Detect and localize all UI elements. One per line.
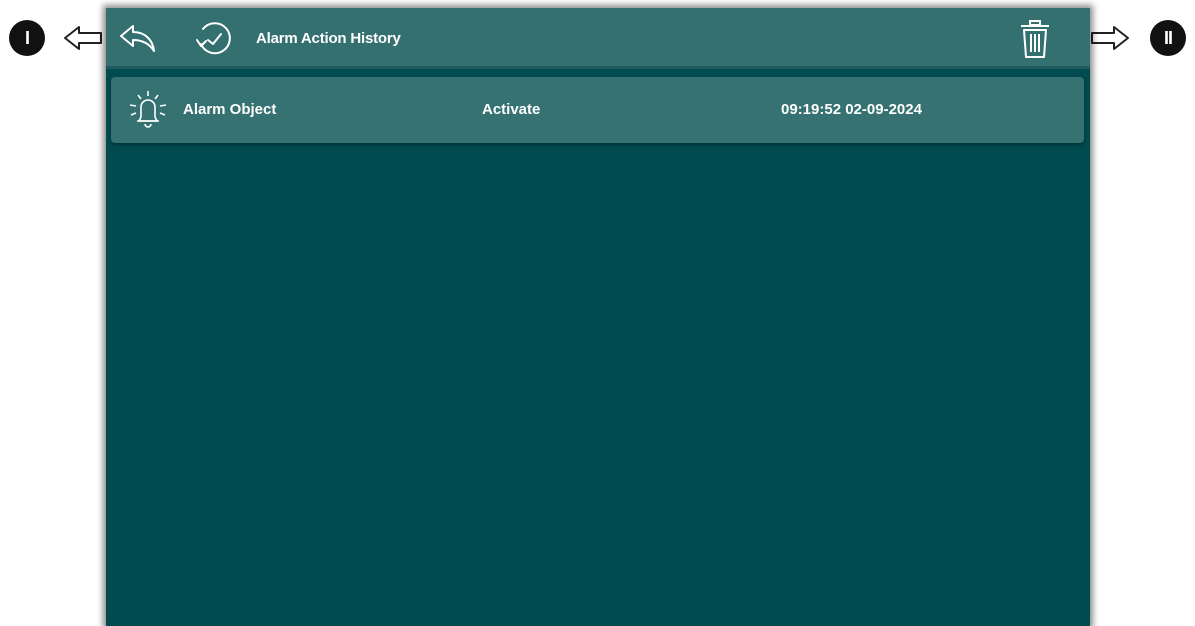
history-button[interactable]: [192, 19, 236, 59]
back-button[interactable]: [118, 20, 158, 56]
device-screen: Alarm Action History Alarm Object Activa…: [106, 8, 1090, 626]
callout-marker-one: I: [9, 20, 45, 56]
alarm-timestamp: 09:19:52 02-09-2024: [781, 101, 922, 118]
header-bar: Alarm Action History: [106, 8, 1090, 69]
history-clock-icon: [196, 22, 231, 55]
delete-history-button[interactable]: [1016, 17, 1054, 61]
callout-left-arrow-icon: [64, 26, 102, 50]
page-title: Alarm Action History: [256, 30, 401, 47]
alarm-action: Activate: [482, 101, 541, 118]
alarm-bell-icon: [129, 91, 167, 128]
alarm-object-name: Alarm Object: [183, 101, 277, 118]
callout-right-arrow-icon: [1091, 26, 1129, 50]
callout-marker-two: II: [1150, 20, 1186, 56]
history-row[interactable]: Alarm Object Activate 09:19:52 02-09-202…: [111, 77, 1084, 143]
trash-icon: [1021, 20, 1049, 58]
back-arrow-icon: [120, 25, 155, 52]
